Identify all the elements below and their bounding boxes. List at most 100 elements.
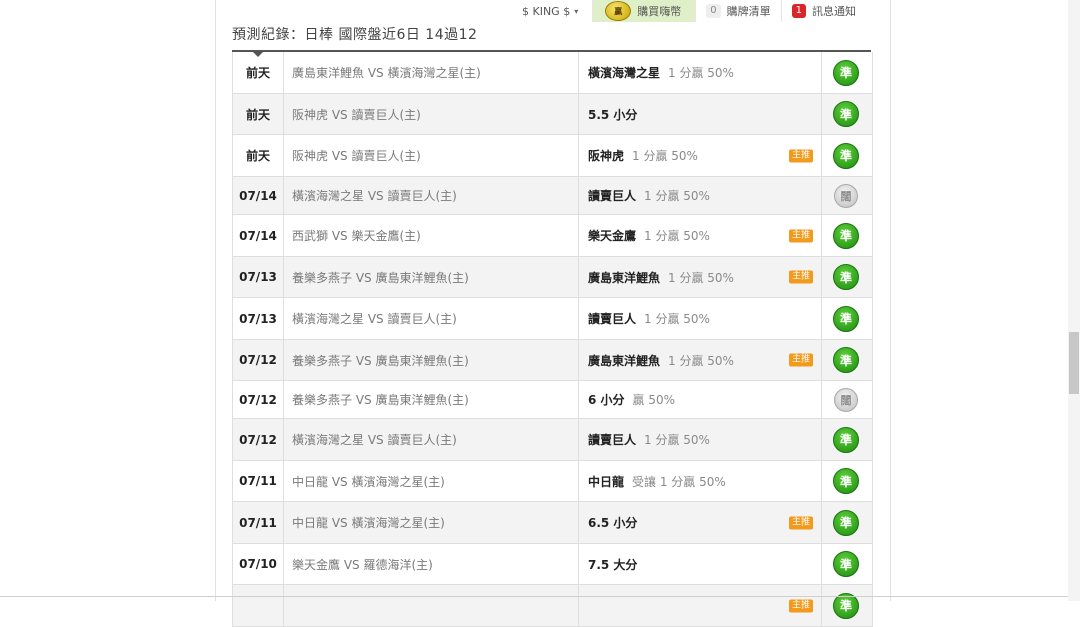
match-cell[interactable]: 樂天金鷹 VS 羅德海洋(主)	[284, 544, 579, 584]
result-cell: 準	[822, 502, 870, 543]
result-cell: 準	[822, 419, 870, 460]
notification-count-badge: 1	[791, 4, 806, 18]
correct-result-icon: 準	[833, 142, 859, 169]
prediction-records-table: 前天 廣島東洋鯉魚 VS 橫濱海灣之星(主) 橫濱海灣之星 1 分贏 50% 準前天 阪神…	[232, 52, 873, 627]
pick-label: 阪神虎	[588, 149, 625, 163]
table-row: 07/11 中日龍 VS 橫濱海灣之星(主) 6.5 小分 主推 準	[233, 502, 872, 544]
match-cell[interactable]: 橫濱海灣之星 VS 讀賣巨人(主)	[284, 298, 579, 339]
table-row: 07/14 橫濱海灣之星 VS 讀賣巨人(主) 讀賣巨人 1 分贏 50% 闊	[233, 177, 872, 215]
pick-label: 樂天金鷹	[588, 229, 637, 243]
pick-cell: 廣島東洋鯉魚 1 分贏 50% 主推	[579, 257, 822, 297]
date-cell: 07/13	[233, 257, 284, 297]
table-row: 07/14 西武獅 VS 樂天金鷹(主) 樂天金鷹 1 分贏 50% 主推 準	[233, 215, 872, 257]
pick-detail: 1 分贏 50%	[644, 189, 710, 203]
table-row: 07/13 橫濱海灣之星 VS 讀賣巨人(主) 讀賣巨人 1 分贏 50% 準	[233, 298, 872, 340]
featured-pick-badge: 主推	[788, 229, 813, 242]
chevron-down-icon: ▾	[574, 6, 579, 16]
coin-icon: 贏	[605, 1, 632, 21]
featured-pick-badge: 主推	[788, 516, 813, 529]
date-cell: 07/10	[233, 544, 284, 584]
table-row: 前天 阪神虎 VS 讀賣巨人(主) 阪神虎 1 分贏 50% 主推 準	[233, 135, 872, 177]
match-cell[interactable]: 養樂多燕子 VS 廣島東洋鯉魚(主)	[284, 340, 579, 380]
pick-label: 7.5 大分	[588, 557, 638, 572]
pick-label: 讀賣巨人	[588, 189, 637, 203]
table-row: 07/12 橫濱海灣之星 VS 讀賣巨人(主) 讀賣巨人 1 分贏 50% 準	[233, 419, 872, 461]
match-cell[interactable]: 橫濱海灣之星 VS 讀賣巨人(主)	[284, 177, 579, 214]
match-cell[interactable]: 廣島東洋鯉魚 VS 橫濱海灣之星(主)	[284, 52, 579, 93]
pick-label: 中日龍	[588, 474, 625, 489]
pick-cell: 樂天金鷹 1 分贏 50% 主推	[579, 215, 822, 256]
pick-label: 6.5 小分	[588, 516, 638, 530]
table-row: 07/10 樂天金鷹 VS 羅德海洋(主) 7.5 大分 準	[233, 544, 872, 585]
match-cell[interactable]	[284, 585, 579, 626]
pick-cell: 讀賣巨人 1 分贏 50%	[579, 419, 822, 460]
vertical-scrollbar[interactable]	[1068, 0, 1080, 601]
result-cell: 準	[822, 340, 870, 380]
pick-cell: 主推	[579, 585, 822, 626]
pick-label: 廣島東洋鯉魚	[588, 353, 661, 368]
cart-count-badge: 0	[706, 4, 721, 18]
pick-detail: 贏 50%	[632, 393, 676, 407]
correct-result-icon: 準	[833, 222, 859, 249]
result-cell: 準	[822, 298, 870, 339]
result-cell: 準	[822, 52, 870, 93]
buy-coins-label: 購買嗨幣	[637, 5, 682, 18]
result-cell: 闊	[822, 177, 870, 214]
match-cell[interactable]: 養樂多燕子 VS 廣島東洋鯉魚(主)	[284, 257, 579, 297]
match-cell[interactable]: 阪神虎 VS 讀賣巨人(主)	[284, 94, 579, 134]
page-title: 預測紀錄：日棒 國際盤近6日 14過12	[232, 27, 478, 43]
correct-result-icon: 準	[833, 59, 859, 86]
pick-detail: 1 分贏 50%	[668, 270, 734, 285]
result-cell: 準	[822, 135, 870, 176]
result-cell: 準	[822, 257, 870, 297]
notifications-link[interactable]: 1 訊息通知	[780, 0, 866, 22]
match-cell[interactable]: 西武獅 VS 樂天金鷹(主)	[284, 215, 579, 256]
user-name: $ KING $	[522, 4, 571, 18]
window-bottom-border	[0, 596, 1080, 597]
user-menu[interactable]: $ KING $ ▾	[510, 0, 592, 22]
pick-cell: 阪神虎 1 分贏 50% 主推	[579, 135, 822, 176]
pick-label: 廣島東洋鯉魚	[588, 270, 661, 285]
table-row: 07/12 養樂多燕子 VS 廣島東洋鯉魚(主) 廣島東洋鯉魚 1 分贏 50% 主推 準	[233, 340, 872, 381]
notifications-label: 訊息通知	[811, 5, 856, 18]
scrollbar-thumb[interactable]	[1069, 332, 1079, 394]
date-cell: 07/12	[233, 419, 284, 460]
cart-link[interactable]: 0 購牌清單	[695, 0, 780, 22]
pick-detail: 1 分贏 50%	[644, 312, 710, 326]
pick-cell: 7.5 大分	[579, 544, 822, 584]
table-row: 前天 阪神虎 VS 讀賣巨人(主) 5.5 小分 準	[233, 94, 872, 135]
correct-result-icon: 準	[833, 426, 859, 453]
result-cell: 準	[822, 215, 870, 256]
pick-detail: 1 分贏 50%	[644, 229, 710, 243]
buy-coins-button[interactable]: 贏 購買嗨幣	[592, 0, 696, 22]
date-cell	[233, 585, 284, 626]
featured-pick-badge: 主推	[788, 270, 813, 284]
match-cell[interactable]: 中日龍 VS 橫濱海灣之星(主)	[284, 461, 579, 501]
date-cell: 07/12	[233, 381, 284, 418]
cart-label: 購牌清單	[726, 5, 771, 18]
result-cell: 準	[822, 585, 870, 626]
pick-detail: 1 分贏 50%	[644, 433, 710, 447]
table-row: 07/11 中日龍 VS 橫濱海灣之星(主) 中日龍 受讓 1 分贏 50% 準	[233, 461, 872, 502]
result-cell: 準	[822, 461, 870, 501]
correct-result-icon: 準	[833, 101, 859, 127]
correct-result-icon: 準	[833, 347, 859, 373]
featured-pick-badge: 主推	[788, 149, 813, 162]
match-cell[interactable]: 橫濱海灣之星 VS 讀賣巨人(主)	[284, 419, 579, 460]
pick-label: 讀賣巨人	[588, 312, 637, 326]
correct-result-icon: 準	[833, 468, 859, 494]
pick-cell: 5.5 小分	[579, 94, 822, 134]
date-cell: 07/14	[233, 215, 284, 256]
pick-detail: 受讓 1 分贏 50%	[632, 474, 726, 489]
result-cell: 闊	[822, 381, 870, 418]
correct-result-icon: 準	[833, 509, 859, 536]
pick-cell: 橫濱海灣之星 1 分贏 50%	[579, 52, 822, 93]
pick-detail: 1 分贏 50%	[632, 149, 698, 163]
correct-result-icon: 準	[833, 305, 859, 332]
match-cell[interactable]: 中日龍 VS 橫濱海灣之星(主)	[284, 502, 579, 543]
match-cell[interactable]: 養樂多燕子 VS 廣島東洋鯉魚(主)	[284, 381, 579, 418]
date-cell: 前天	[233, 135, 284, 176]
match-cell[interactable]: 阪神虎 VS 讀賣巨人(主)	[284, 135, 579, 176]
table-row: 主推準	[233, 585, 872, 627]
table-row: 前天 廣島東洋鯉魚 VS 橫濱海灣之星(主) 橫濱海灣之星 1 分贏 50% 準	[233, 52, 872, 94]
